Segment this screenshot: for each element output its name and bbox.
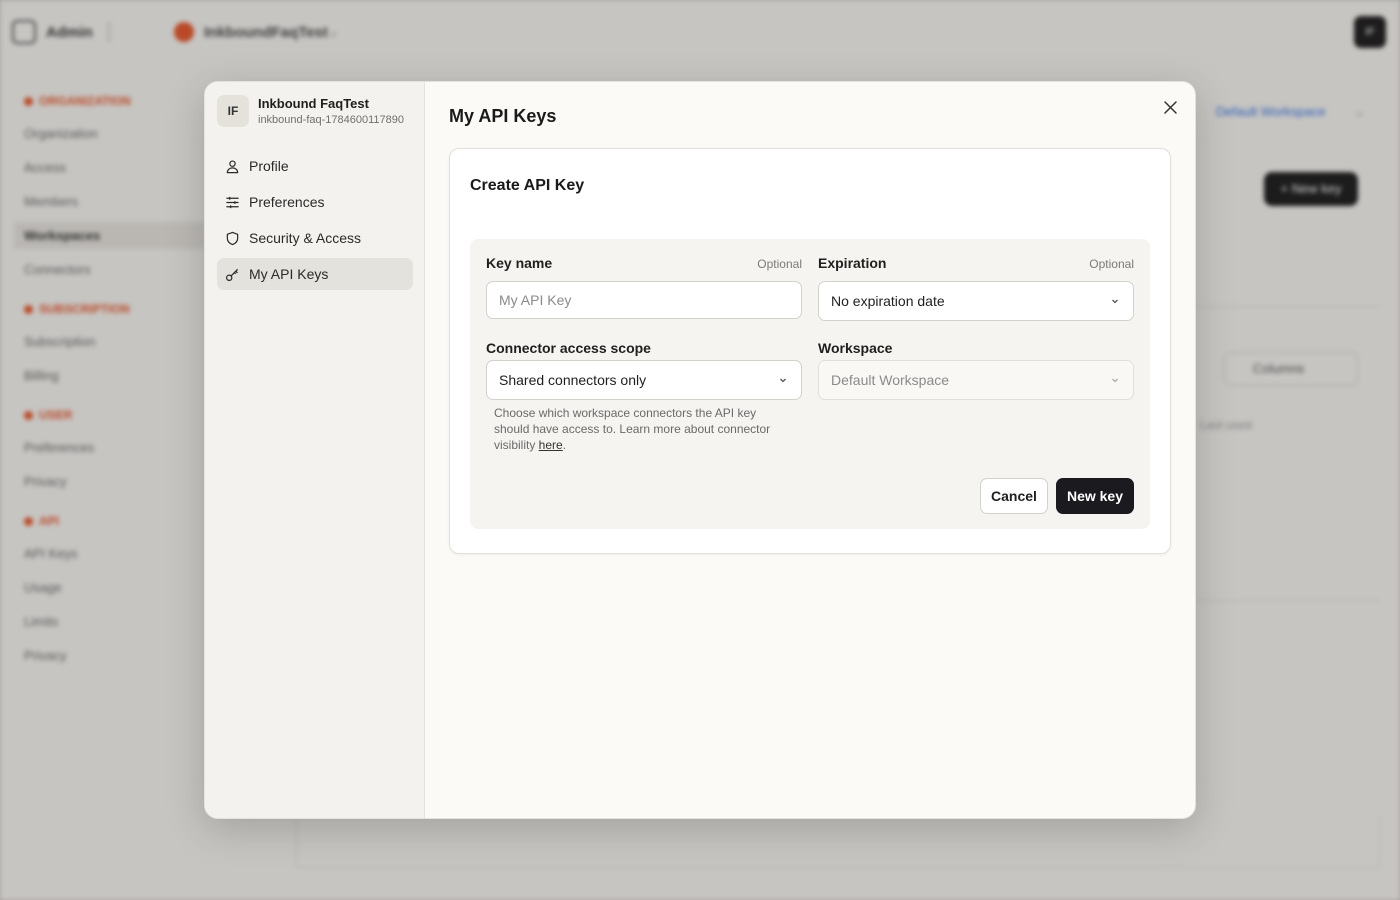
expiration-field: Expiration Optional No expiration date bbox=[818, 255, 1134, 321]
workspace-field: Workspace Default Workspace bbox=[818, 340, 1134, 400]
chevron-down-icon bbox=[1112, 299, 1118, 304]
help-text: Choose which workspace connectors the AP… bbox=[494, 406, 771, 452]
user-handle: inkbound-faq-1784600117890 bbox=[258, 114, 404, 126]
scope-select[interactable]: Shared connectors only bbox=[486, 360, 802, 400]
user-name: Inkbound FaqTest bbox=[258, 96, 369, 111]
field-label: Connector access scope bbox=[486, 340, 651, 356]
user-avatar: IF bbox=[217, 95, 249, 127]
field-label: Key name bbox=[486, 255, 553, 271]
help-end: . bbox=[562, 438, 567, 452]
nav-item-preferences[interactable]: Preferences bbox=[217, 186, 413, 218]
create-key-form: Key name Optional Expiration Optional No… bbox=[470, 239, 1150, 529]
scope-help-text: Choose which workspace connectors the AP… bbox=[494, 405, 794, 453]
chevron-down-icon bbox=[780, 378, 786, 383]
settings-content: My API Keys Create API Key Key name Opti… bbox=[425, 82, 1195, 818]
key-name-input[interactable] bbox=[499, 292, 789, 308]
nav-item-label: Preferences bbox=[249, 194, 325, 210]
settings-sidebar: IF Inkbound FaqTest inkbound-faq-1784600… bbox=[205, 82, 425, 818]
field-label: Workspace bbox=[818, 340, 893, 356]
nav-item-api-keys[interactable]: My API Keys bbox=[217, 258, 413, 290]
key-icon bbox=[225, 268, 239, 281]
create-api-key-card: Create API Key Key name Optional Expirat… bbox=[449, 148, 1171, 554]
page-title: My API Keys bbox=[449, 106, 557, 126]
optional-hint: Optional bbox=[1089, 257, 1134, 271]
nav-item-security[interactable]: Security & Access bbox=[217, 222, 413, 254]
field-label: Expiration bbox=[818, 255, 887, 271]
nav-item-label: My API Keys bbox=[249, 266, 329, 282]
cancel-button[interactable]: Cancel bbox=[980, 478, 1048, 514]
chevron-down-icon bbox=[1112, 378, 1118, 383]
expiration-select[interactable]: No expiration date bbox=[818, 281, 1134, 321]
workspace-select: Default Workspace bbox=[818, 360, 1134, 400]
sliders-icon bbox=[226, 196, 239, 208]
settings-modal: IF Inkbound FaqTest inkbound-faq-1784600… bbox=[204, 81, 1196, 819]
optional-hint: Optional bbox=[757, 257, 802, 271]
nav-item-label: Profile bbox=[249, 158, 289, 174]
select-value: No expiration date bbox=[831, 293, 945, 309]
key-name-input-wrap bbox=[486, 281, 802, 319]
settings-nav: Profile Preferences Security & Access My… bbox=[217, 150, 413, 294]
close-button[interactable] bbox=[1159, 96, 1181, 118]
card-title: Create API Key bbox=[470, 177, 585, 194]
nav-item-label: Security & Access bbox=[249, 230, 362, 246]
key-name-field: Key name Optional bbox=[486, 255, 802, 319]
shield-icon bbox=[226, 231, 239, 245]
select-value: Default Workspace bbox=[831, 372, 950, 388]
user-card: IF Inkbound FaqTest inkbound-faq-1784600… bbox=[217, 95, 410, 127]
select-value: Shared connectors only bbox=[499, 372, 647, 388]
close-icon bbox=[1163, 100, 1177, 114]
scope-field: Connector access scope Shared connectors… bbox=[486, 340, 802, 400]
nav-item-profile[interactable]: Profile bbox=[217, 150, 413, 182]
help-link[interactable]: here bbox=[539, 438, 563, 452]
new-key-button[interactable]: New key bbox=[1056, 478, 1134, 514]
user-icon bbox=[226, 159, 239, 173]
